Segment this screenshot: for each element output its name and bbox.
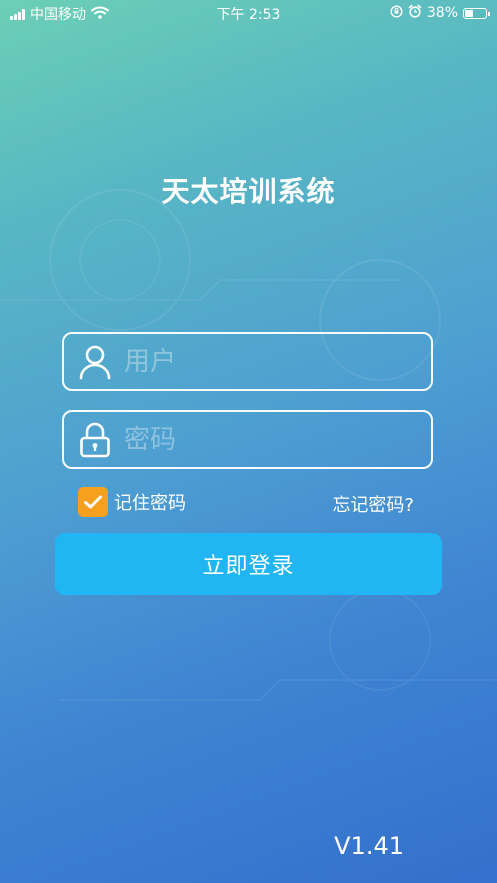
remember-checkbox[interactable]	[78, 487, 108, 517]
remember-password-toggle[interactable]: 记住密码	[78, 487, 186, 517]
orientation-lock-icon	[390, 4, 403, 22]
password-input[interactable]	[124, 420, 414, 460]
alarm-icon	[408, 4, 422, 22]
login-button[interactable]: 立即登录	[55, 533, 442, 595]
battery-percent: 38%	[426, 5, 458, 21]
remember-label: 记住密码	[114, 493, 186, 514]
status-bar-right: 38%	[390, 4, 490, 22]
forgot-password-link[interactable]: 忘记密码?	[332, 491, 414, 517]
version-label: V1.41	[334, 832, 404, 860]
battery-level	[465, 9, 473, 17]
battery-icon	[463, 7, 490, 19]
username-input[interactable]	[124, 342, 414, 382]
app-title: 天太培训系统	[161, 175, 336, 208]
status-bar: 中国移动 下午 2:53 38%	[0, 0, 497, 26]
login-screen: 中国移动 下午 2:53 38% 天太培训系统 用户 记住密码 忘记密码? 立即…	[0, 0, 497, 883]
checkmark-icon	[84, 495, 102, 509]
user-icon	[79, 345, 111, 380]
lock-icon	[80, 422, 110, 458]
username-field[interactable]	[62, 332, 433, 391]
password-field[interactable]	[62, 410, 433, 469]
